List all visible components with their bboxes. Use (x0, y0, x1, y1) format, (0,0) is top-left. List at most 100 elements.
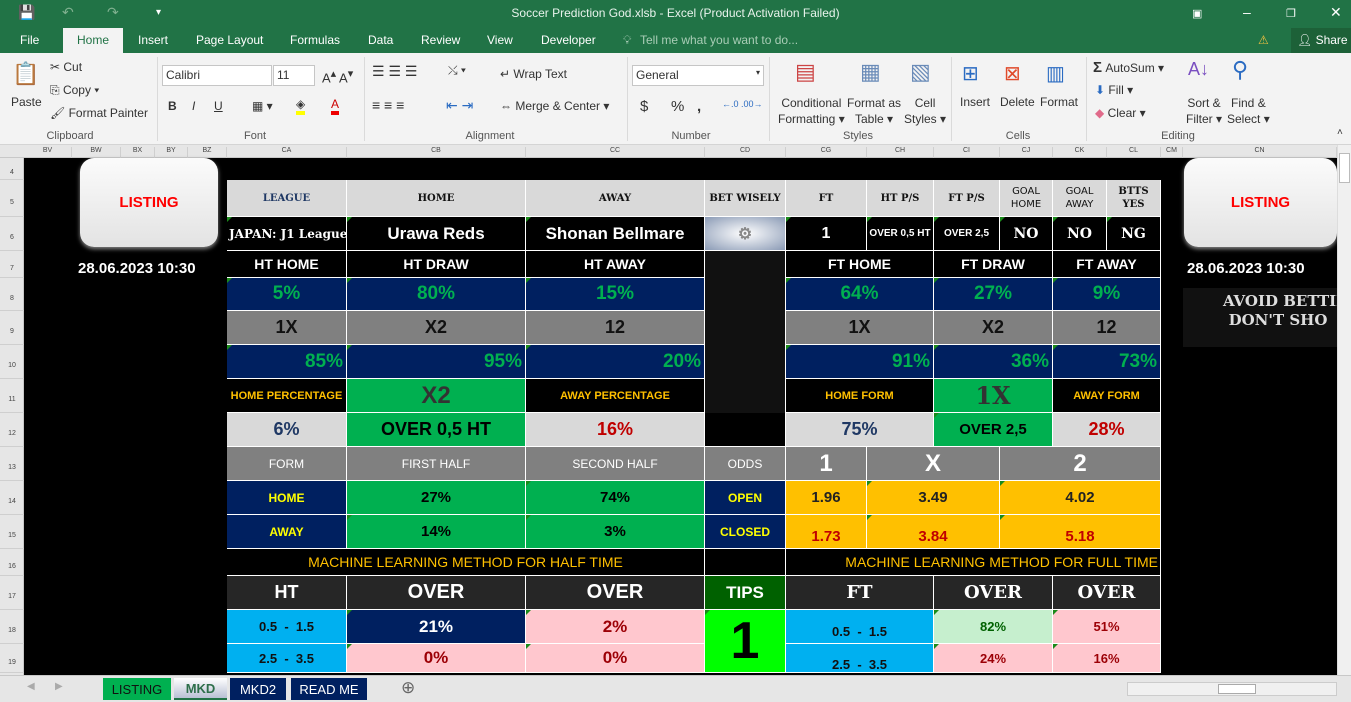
btts-cell[interactable]: NG (1107, 217, 1161, 251)
away-percentage-label[interactable]: AWAY PERCENTAGE (526, 379, 705, 413)
find-select-button[interactable]: Find & Select ▾ (1227, 95, 1270, 127)
ht-dc-1x-pct[interactable]: 85% (227, 345, 347, 379)
cell-styles-button[interactable]: Cell Styles ▾ (904, 95, 946, 127)
ht-over-header-2[interactable]: OVER (526, 576, 705, 610)
ml-half-time-title[interactable]: MACHINE LEARNING METHOD FOR HALF TIME (227, 549, 705, 576)
away-percentage-value[interactable]: 16% (526, 413, 705, 447)
ft-over-2-value-1[interactable]: 51% (1053, 610, 1161, 644)
ht-over-1-value-1[interactable]: 21% (347, 610, 526, 644)
closed-odds-x[interactable]: 3.84 (867, 515, 1000, 549)
scroll-thumb[interactable] (1339, 153, 1350, 183)
ht-away-pct[interactable]: 15% (526, 278, 705, 311)
header-ft-ps[interactable]: FT P/S (934, 180, 1000, 217)
comma-button[interactable]: , (697, 98, 701, 115)
ft-draw-pct[interactable]: 27% (934, 278, 1053, 311)
format-painter-button[interactable]: 🖌︎ Format Painter (50, 106, 148, 120)
row-header[interactable]: 5 (0, 180, 24, 217)
percent-button[interactable]: % (671, 98, 684, 115)
ht-range-1[interactable]: 0.5 - 1.5 (227, 610, 347, 644)
warning-icon[interactable]: ⚠ (1258, 33, 1269, 47)
sort-filter-button[interactable]: Sort & Filter ▾ (1186, 95, 1222, 127)
home-percentage-label[interactable]: HOME PERCENTAGE (227, 379, 347, 413)
ht-dc-12[interactable]: 12 (526, 311, 705, 345)
tips-value[interactable]: 1 (705, 610, 786, 673)
row-header[interactable]: 16 (0, 549, 24, 576)
ht-dc-x2[interactable]: X2 (347, 311, 526, 345)
header-bet-wisely[interactable]: BET WISELY (705, 180, 786, 217)
open-odds-1[interactable]: 1.96 (786, 481, 867, 515)
paste-icon[interactable]: 📋 (12, 61, 39, 87)
ft-dc-x2[interactable]: X2 (934, 311, 1053, 345)
league-cell[interactable]: JAPAN: J1 League (227, 217, 347, 251)
insert-cells-icon[interactable]: ⊞ (962, 61, 979, 86)
share-button[interactable]: 👤︎ Share (1291, 28, 1351, 53)
fill-button[interactable]: ⬇ Fill ▾ (1095, 83, 1133, 97)
collapse-ribbon-icon[interactable]: ˄ (1337, 127, 1343, 138)
form-label[interactable]: FORM (227, 447, 347, 481)
odds-1-label[interactable]: 1 (786, 447, 867, 481)
worksheet[interactable]: LEAGUE HOME AWAY BET WISELY FT HT P/S FT… (24, 158, 1337, 675)
font-color-icon[interactable]: A (331, 97, 340, 115)
cut-button[interactable]: ✂ Cut (50, 60, 82, 74)
ft-away-label[interactable]: FT AWAY (1053, 251, 1161, 278)
closed-odds-2[interactable]: 5.18 (1000, 515, 1161, 549)
tab-review[interactable]: Review (421, 33, 460, 47)
away-first-half[interactable]: 14% (347, 515, 526, 549)
format-cells-button[interactable]: Format (1040, 95, 1078, 109)
format-as-table-button[interactable]: Format as Table ▾ (847, 95, 901, 127)
tell-me-input[interactable]: Tell me what you want to do... (640, 33, 798, 47)
ht-over-2-value-2[interactable]: 0% (526, 644, 705, 673)
row-header[interactable]: 18 (0, 610, 24, 644)
header-ht-ps[interactable]: HT P/S (867, 180, 934, 217)
ft-range-1[interactable]: 0.5 - 1.5 (786, 610, 934, 644)
header-goal-away[interactable]: GOAL AWAY (1053, 180, 1107, 217)
sort-filter-icon[interactable]: A↓ (1188, 59, 1209, 80)
row-header[interactable]: 7 (0, 251, 24, 278)
open-odds-x[interactable]: 3.49 (867, 481, 1000, 515)
insert-cells-button[interactable]: Insert (960, 95, 990, 109)
header-goal-home[interactable]: GOAL HOME (1000, 180, 1053, 217)
ht-header[interactable]: HT (227, 576, 347, 610)
conditional-formatting-icon[interactable]: ▤ (795, 59, 816, 85)
ft-cell[interactable]: 1 (786, 217, 867, 251)
ft-range-2[interactable]: 2.5 - 3.5 (786, 644, 934, 673)
close-icon[interactable]: ✕ (1330, 4, 1342, 21)
form-away-label[interactable]: AWAY (227, 515, 347, 549)
row-header[interactable]: 11 (0, 379, 24, 413)
ht-over-header-1[interactable]: OVER (347, 576, 526, 610)
scroll-tabs-right-icon[interactable]: ▶ (55, 681, 63, 692)
ft-header[interactable]: FT (786, 576, 934, 610)
ft-draw-label[interactable]: FT DRAW (934, 251, 1053, 278)
away-form-value[interactable]: 28% (1053, 413, 1161, 447)
tab-file[interactable]: File (20, 33, 39, 47)
ht-dc-x2-pct[interactable]: 95% (347, 345, 526, 379)
home-second-half[interactable]: 74% (526, 481, 705, 515)
row-header[interactable]: 4 (0, 158, 24, 180)
first-half-label[interactable]: FIRST HALF (347, 447, 526, 481)
ft-over-header-2[interactable]: OVER (1053, 576, 1161, 610)
underline-button[interactable]: U (214, 99, 223, 113)
ht-dc-1x[interactable]: 1X (227, 311, 347, 345)
home-form-label[interactable]: HOME FORM (786, 379, 934, 413)
minimize-icon[interactable]: – (1243, 4, 1251, 20)
tab-home[interactable]: Home (63, 28, 124, 53)
font-name-select[interactable]: Calibri (162, 65, 272, 86)
tab-view[interactable]: View (487, 33, 513, 47)
fill-color-icon[interactable]: ◈ (296, 97, 306, 115)
goal-away-cell[interactable]: NO (1053, 217, 1107, 251)
borders-icon[interactable]: ▦ ▾ (252, 99, 273, 113)
tab-page-layout[interactable]: Page Layout (196, 33, 263, 47)
ft-ps-cell[interactable]: OVER 2,5 (934, 217, 1000, 251)
ft-home-pct[interactable]: 64% (786, 278, 934, 311)
row-header[interactable]: 14 (0, 481, 24, 515)
header-home[interactable]: HOME (347, 180, 526, 217)
sheet-tab-mkd[interactable]: MKD (174, 678, 227, 700)
ft-dc-1x-pct[interactable]: 91% (786, 345, 934, 379)
ht-draw-label[interactable]: HT DRAW (347, 251, 526, 278)
format-as-table-icon[interactable]: ▦ (860, 59, 881, 85)
scroll-tabs-left-icon[interactable]: ◀ (27, 681, 35, 692)
home-percentage-value[interactable]: 6% (227, 413, 347, 447)
tab-data[interactable]: Data (368, 33, 393, 47)
ft-over-2-value-2[interactable]: 16% (1053, 644, 1161, 673)
find-select-icon[interactable]: ⚲ (1232, 57, 1248, 83)
